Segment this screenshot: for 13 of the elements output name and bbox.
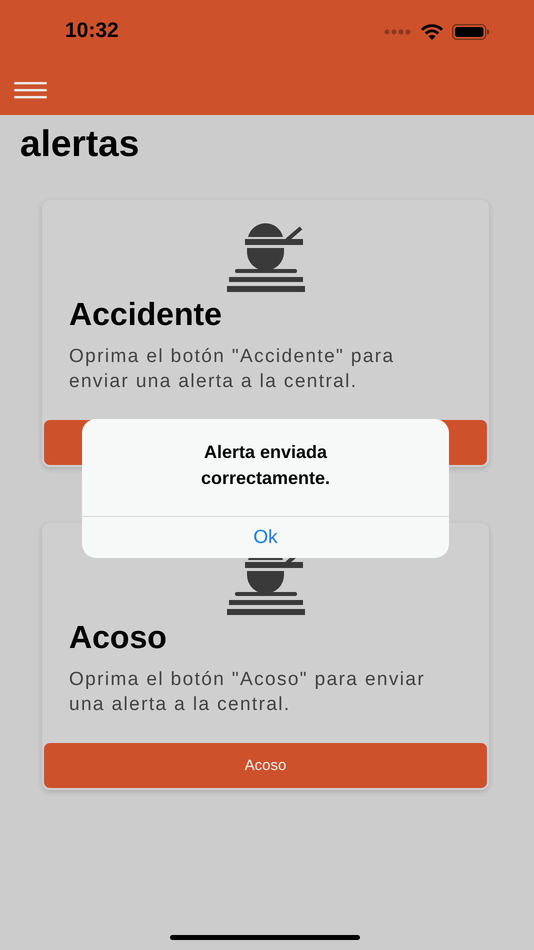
card-title: Acoso	[69, 618, 168, 657]
alert-button[interactable]: Acoso	[44, 743, 487, 788]
ok-button[interactable]: Ok	[82, 517, 449, 558]
card-description: Oprima el botón "Acoso" para enviar una alerta a la central.	[69, 668, 426, 717]
battery-icon	[452, 24, 490, 40]
wifi-icon	[421, 24, 443, 40]
signal-icon	[384, 29, 412, 35]
card-title: Accidente	[69, 295, 223, 334]
status-time: 10:32	[65, 19, 119, 43]
page-title: alertas	[20, 123, 140, 165]
dialog-message: Alerta enviada correctamente.	[200, 441, 332, 490]
card-description: Oprima el botón "Accidente" para enviar una alerta a la central.	[69, 345, 396, 394]
menu-icon[interactable]	[14, 80, 48, 98]
